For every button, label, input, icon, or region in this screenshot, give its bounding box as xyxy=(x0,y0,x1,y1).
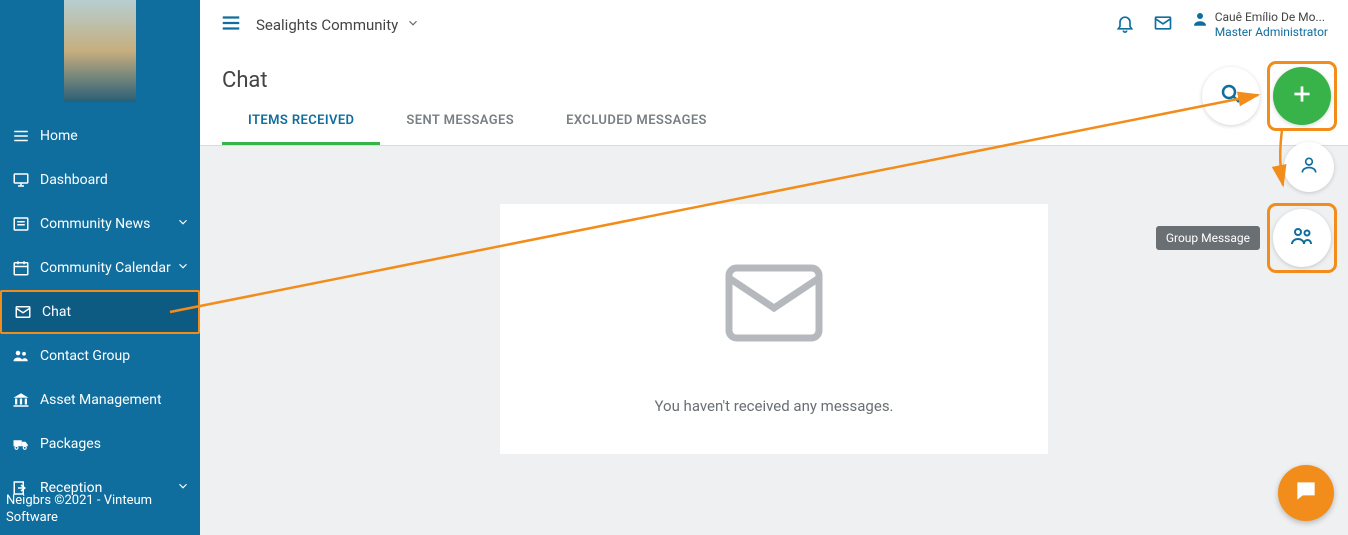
community-name: Sealights Community xyxy=(256,16,398,34)
single-message-button[interactable] xyxy=(1284,142,1334,192)
sidebar-nav: Home Dashboard Community News Community … xyxy=(0,114,200,535)
sidebar-item-asset-management[interactable]: Asset Management xyxy=(0,378,200,422)
sidebar-item-label: Contact Group xyxy=(40,348,130,364)
chevron-down-icon xyxy=(406,16,420,34)
menu-icon xyxy=(10,127,32,145)
chevron-down-icon xyxy=(176,479,190,497)
bank-icon xyxy=(10,391,32,409)
group-icon xyxy=(10,347,32,365)
main: Sealights Community Cauê Emílio De Mo...… xyxy=(200,0,1348,535)
sidebar-item-label: Community News xyxy=(40,216,150,232)
add-button[interactable] xyxy=(1273,67,1331,125)
topbar: Sealights Community Cauê Emílio De Mo...… xyxy=(200,0,1348,50)
person-icon xyxy=(1299,155,1319,179)
sidebar-item-chat[interactable]: Chat xyxy=(0,290,200,334)
sidebar-item-label: Chat xyxy=(42,304,71,320)
user-icon xyxy=(1191,10,1209,32)
sidebar-item-label: Home xyxy=(40,128,78,144)
mail-icon xyxy=(12,303,34,321)
menu-toggle-icon[interactable] xyxy=(220,12,242,38)
topbar-right: Cauê Emílio De Mo... Master Administrato… xyxy=(1115,10,1328,40)
chat-bubble-icon xyxy=(1293,478,1319,508)
chevron-down-icon xyxy=(176,215,190,233)
calendar-icon xyxy=(10,259,32,277)
user-role: Master Administrator xyxy=(1215,25,1328,40)
footer-line2: Software xyxy=(6,510,152,527)
highlight-add xyxy=(1270,64,1334,128)
group-message-button[interactable] xyxy=(1273,209,1331,267)
tab-items-received[interactable]: ITEMS RECEIVED xyxy=(222,103,380,145)
sidebar-item-community-calendar[interactable]: Community Calendar xyxy=(0,246,200,290)
highlight-group-message xyxy=(1270,206,1334,270)
footer-line1: Neigbrs ©2021 - Vinteum xyxy=(6,493,152,510)
sidebar-item-label: Community Calendar xyxy=(40,260,171,276)
bell-icon[interactable] xyxy=(1115,13,1135,37)
community-selector[interactable]: Sealights Community xyxy=(256,16,420,34)
mail-icon[interactable] xyxy=(1153,13,1173,37)
empty-state-message: You haven't received any messages. xyxy=(654,397,893,415)
community-logo xyxy=(64,0,136,102)
sidebar-item-home[interactable]: Home xyxy=(0,114,200,158)
sidebar-item-label: Dashboard xyxy=(40,172,108,188)
sidebar-item-contact-group[interactable]: Contact Group xyxy=(0,334,200,378)
user-name: Cauê Emílio De Mo... xyxy=(1215,10,1328,25)
search-icon xyxy=(1219,82,1243,110)
user-menu[interactable]: Cauê Emílio De Mo... Master Administrato… xyxy=(1191,10,1328,40)
fab-stack: Group Message xyxy=(1156,64,1334,270)
sidebar-footer: Neigbrs ©2021 - Vinteum Software xyxy=(0,493,158,535)
monitor-icon xyxy=(10,171,32,189)
empty-state-card: You haven't received any messages. xyxy=(500,204,1048,454)
sidebar-item-dashboard[interactable]: Dashboard xyxy=(0,158,200,202)
truck-icon xyxy=(10,435,32,453)
sidebar: Home Dashboard Community News Community … xyxy=(0,0,200,535)
news-icon xyxy=(10,215,32,233)
sidebar-item-community-news[interactable]: Community News xyxy=(0,202,200,246)
sidebar-item-label: Packages xyxy=(40,436,101,452)
plus-icon xyxy=(1289,81,1315,111)
sidebar-item-packages[interactable]: Packages xyxy=(0,422,200,466)
chevron-down-icon xyxy=(176,259,190,277)
sidebar-item-label: Asset Management xyxy=(40,392,162,408)
tab-sent-messages[interactable]: SENT MESSAGES xyxy=(380,103,540,145)
group-message-tooltip: Group Message xyxy=(1156,226,1260,250)
help-chat-button[interactable] xyxy=(1278,465,1334,521)
search-button[interactable] xyxy=(1202,67,1260,125)
people-icon xyxy=(1290,224,1314,252)
tab-excluded-messages[interactable]: EXCLUDED MESSAGES xyxy=(540,103,733,145)
envelope-icon xyxy=(714,243,834,367)
